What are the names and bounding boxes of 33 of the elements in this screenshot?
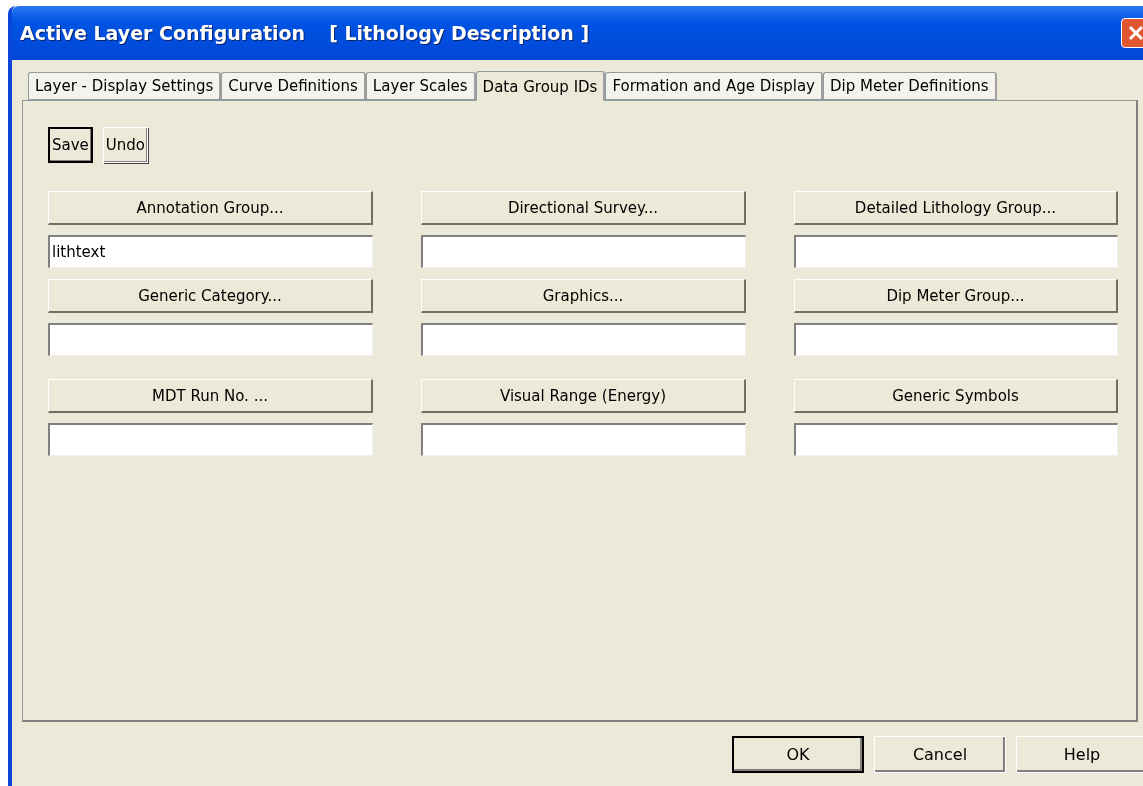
close-icon (1127, 24, 1143, 42)
group-button[interactable]: Annotation Group... (48, 191, 373, 225)
group-button[interactable]: Directional Survey... (421, 191, 746, 225)
group-id-field[interactable]: lithtext (48, 235, 373, 268)
group-id-field[interactable] (421, 235, 746, 268)
group-id-field[interactable] (48, 423, 373, 456)
group-button[interactable]: Detailed Lithology Group... (794, 191, 1118, 225)
tab[interactable]: Layer - Display Settings (28, 72, 222, 100)
group-button[interactable]: Graphics... (421, 279, 746, 313)
group-button[interactable]: MDT Run No. ... (48, 379, 373, 413)
window-title: Active Layer Configuration (20, 22, 306, 44)
group-button[interactable]: Generic Symbols (794, 379, 1118, 413)
group-id-field[interactable] (794, 235, 1118, 268)
tab[interactable]: Data Group IDs (475, 71, 606, 101)
dialog-button[interactable]: OK (732, 736, 864, 773)
group-id-field[interactable] (421, 423, 746, 456)
group-id-field[interactable] (48, 323, 373, 356)
dialog-button[interactable]: Help (1016, 736, 1143, 773)
group-button[interactable]: Visual Range (Energy) (421, 379, 746, 413)
toolbar-button[interactable]: Undo (102, 127, 148, 163)
tab[interactable]: Formation and Age Display (605, 72, 823, 100)
tab[interactable]: Layer Scales (365, 72, 476, 100)
group-button[interactable]: Dip Meter Group... (794, 279, 1118, 313)
close-button[interactable] (1121, 18, 1143, 48)
group-id-field[interactable] (794, 423, 1118, 456)
toolbar-button[interactable]: Save (48, 127, 93, 163)
group-id-field[interactable] (794, 323, 1118, 356)
dialog-button[interactable]: Cancel (874, 736, 1006, 773)
tab[interactable]: Dip Meter Definitions (822, 72, 997, 100)
group-id-field[interactable] (421, 323, 746, 356)
group-button[interactable]: Generic Category... (48, 279, 373, 313)
tab[interactable]: Curve Definitions (221, 72, 366, 100)
window-subtitle: [ Lithology Description ] (329, 22, 590, 44)
